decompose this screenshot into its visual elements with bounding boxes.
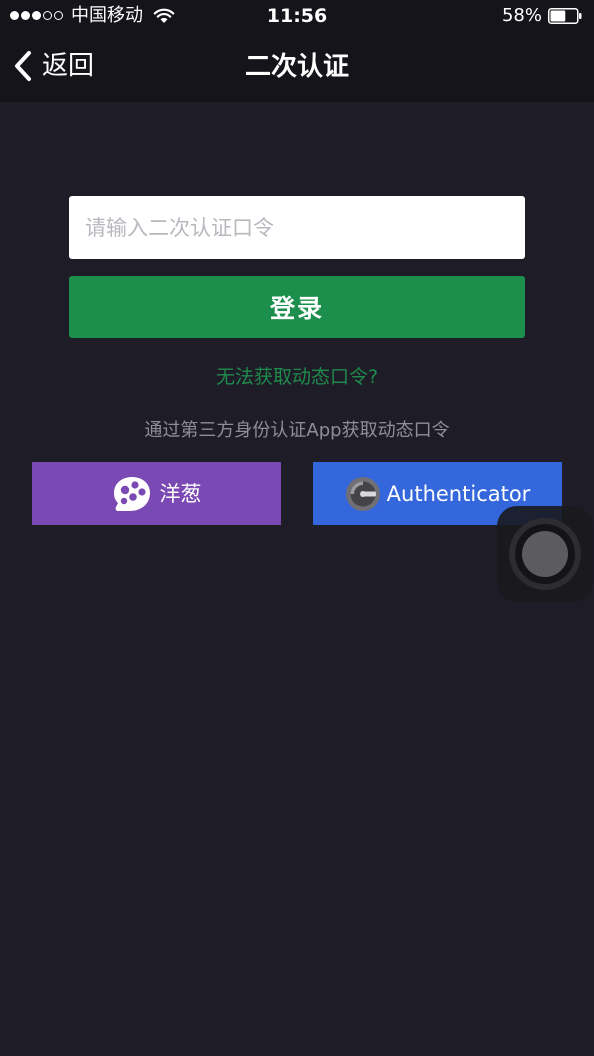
battery-percent: 58% xyxy=(501,5,542,26)
page-title: 二次认证 xyxy=(244,52,349,82)
yangcong-button[interactable]: 洋葱 xyxy=(32,462,281,525)
app-screen: 中国移动 11:56 58% 返回 二次认证 请输入二次认证口令 登录 无法获取… xyxy=(0,0,594,1056)
cannot-get-code-link[interactable]: 无法获取动态口令? xyxy=(0,364,594,390)
yangcong-label: 洋葱 xyxy=(159,481,202,506)
battery-icon xyxy=(548,8,582,24)
status-bar: 中国移动 11:56 58% xyxy=(0,0,594,34)
login-button[interactable]: 登录 xyxy=(69,276,525,338)
header: 中国移动 11:56 58% 返回 二次认证 xyxy=(0,0,594,102)
google-authenticator-icon xyxy=(345,476,380,511)
assistive-touch-button[interactable] xyxy=(497,506,593,602)
yangcong-logo-icon xyxy=(113,476,150,511)
navigation-bar: 返回 二次认证 xyxy=(0,34,594,102)
verification-code-input[interactable] xyxy=(69,196,525,259)
third-party-hint: 通过第三方身份认证App获取动态口令 xyxy=(144,420,450,441)
authenticator-label: Authenticator xyxy=(386,481,531,506)
